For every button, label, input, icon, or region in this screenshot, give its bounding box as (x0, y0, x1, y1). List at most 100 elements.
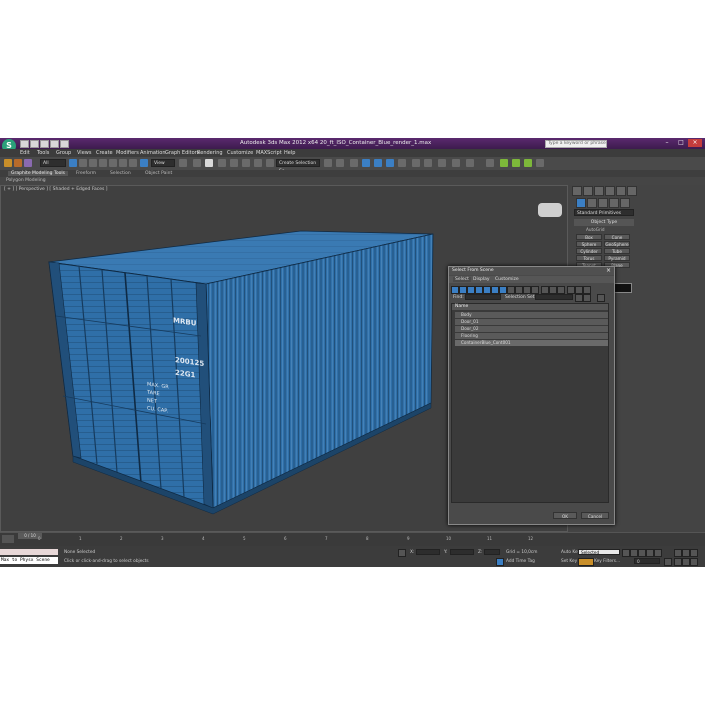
key-filters-button[interactable]: Key Filters... (594, 559, 620, 564)
reference-coordinate-icon[interactable] (140, 159, 148, 167)
edit-named-selection-icon[interactable] (266, 159, 274, 167)
helpers-icon[interactable] (620, 198, 630, 208)
redo-icon[interactable] (60, 140, 69, 148)
selection-set-remove-icon[interactable] (583, 294, 591, 302)
menu-help[interactable]: Help (284, 150, 295, 156)
cancel-button[interactable]: Cancel (581, 512, 609, 519)
zoom-all-icon[interactable] (682, 549, 690, 557)
filter-cameras-icon[interactable] (475, 286, 483, 294)
tab-freeform[interactable]: Freeform (76, 171, 96, 176)
cameras-icon[interactable] (609, 198, 619, 208)
menu-group[interactable]: Group (56, 150, 71, 156)
zoom-icon[interactable] (674, 549, 682, 557)
timeline[interactable]: 0 / 10 0 1 2 3 4 5 6 7 8 9 10 11 12 (0, 532, 705, 547)
menu-graph-editors[interactable]: Graph Editors (165, 150, 199, 156)
options-icon[interactable] (597, 294, 605, 302)
move-icon[interactable] (109, 159, 117, 167)
shapes-icon[interactable] (587, 198, 597, 208)
list-item[interactable]: Body (455, 312, 608, 318)
lock-selection-icon[interactable] (398, 549, 406, 557)
unlink-icon[interactable] (14, 159, 22, 167)
percent-snap-icon[interactable] (242, 159, 250, 167)
menu-rendering[interactable]: Rendering (197, 150, 223, 156)
snap-toggle-icon[interactable] (218, 159, 226, 167)
script-listener-input[interactable]: Max to Physx Scene (0, 557, 58, 564)
filter-xrefs-icon[interactable] (507, 286, 515, 294)
pivot-icon[interactable] (179, 159, 187, 167)
bind-space-warp-icon[interactable] (24, 159, 32, 167)
maximize-button[interactable]: □ (674, 139, 688, 147)
motion-tab-icon[interactable] (605, 186, 615, 196)
display-influences-icon[interactable] (575, 286, 583, 294)
find-input[interactable] (465, 294, 501, 300)
utilities-tab-icon[interactable] (627, 186, 637, 196)
select-manipulate-icon[interactable] (193, 159, 201, 167)
angle-snap-icon[interactable] (230, 159, 238, 167)
tube-button[interactable]: Tube (604, 248, 630, 254)
torus-button[interactable]: Torus (576, 255, 602, 261)
geometry-icon[interactable] (576, 198, 586, 208)
window-crossing-icon[interactable] (99, 159, 107, 167)
filter-bones-icon[interactable] (515, 286, 523, 294)
select-none-icon[interactable] (549, 286, 557, 294)
box-button[interactable]: Box (576, 234, 602, 240)
filter-groups-icon[interactable] (499, 286, 507, 294)
category-dropdown[interactable]: Standard Primitives (574, 209, 634, 216)
align-icon[interactable] (336, 159, 344, 167)
teapot-render-icon[interactable] (452, 159, 460, 167)
select-invert-icon[interactable] (557, 286, 565, 294)
viewcube-icon[interactable] (538, 203, 562, 217)
menu-maxscript[interactable]: MAXScript (256, 150, 282, 156)
list-item[interactable]: Door_01 (455, 319, 608, 325)
cylinder-button[interactable]: Cylinder (576, 248, 602, 254)
filter-frozen-icon[interactable] (531, 286, 539, 294)
layer-manager-icon[interactable] (350, 159, 358, 167)
selection-filter-dropdown[interactable]: All (40, 159, 66, 167)
graphite-toggle-icon[interactable] (362, 159, 370, 167)
menu-views[interactable]: Views (77, 150, 91, 156)
goto-end-icon[interactable] (654, 549, 662, 557)
set-key-button[interactable]: Set Key (561, 559, 577, 564)
dialog-menu-customize[interactable]: Customize (495, 277, 519, 282)
physx-icon[interactable] (486, 159, 494, 167)
reference-system-dropdown[interactable]: View (151, 159, 175, 167)
scale-icon[interactable] (129, 159, 137, 167)
object-type-rollout[interactable]: Object Type (574, 219, 634, 226)
filter-containers-icon[interactable] (523, 286, 531, 294)
x-coordinate-field[interactable] (416, 549, 440, 555)
key-mode-dropdown[interactable]: Selected (578, 549, 620, 555)
ok-button[interactable]: OK (553, 512, 577, 519)
physx-step-icon[interactable] (512, 159, 520, 167)
polygon-modeling-label[interactable]: Polygon Modeling (6, 178, 46, 183)
link-icon[interactable] (4, 159, 12, 167)
color-swatch[interactable] (614, 283, 632, 293)
hierarchy-tab-icon[interactable] (594, 186, 604, 196)
menu-create[interactable]: Create (96, 150, 113, 156)
display-children-icon[interactable] (567, 286, 575, 294)
goto-start-icon[interactable] (622, 549, 630, 557)
select-all-icon[interactable] (541, 286, 549, 294)
create-tab-icon[interactable] (572, 186, 582, 196)
mini-curve-editor-icon[interactable] (2, 535, 14, 543)
tab-graphite-modeling-tools[interactable]: Graphite Modeling Tools (8, 171, 69, 176)
sync-selection-icon[interactable] (583, 286, 591, 294)
autogrid-checkbox[interactable]: AutoGrid (586, 227, 605, 232)
select-object-icon[interactable] (69, 159, 77, 167)
y-coordinate-field[interactable] (450, 549, 474, 555)
dialog-close-icon[interactable]: × (606, 267, 611, 274)
rectangular-selection-icon[interactable] (89, 159, 97, 167)
mirror-icon[interactable] (324, 159, 332, 167)
dialog-menu-select[interactable]: Select (453, 277, 471, 282)
material-editor-icon[interactable] (398, 159, 406, 167)
filter-shapes-icon[interactable] (459, 286, 467, 294)
physx-reset-icon[interactable] (524, 159, 532, 167)
curve-editor-icon[interactable] (374, 159, 382, 167)
render-setup-icon[interactable] (412, 159, 420, 167)
z-coordinate-field[interactable] (484, 549, 500, 555)
render-production-icon[interactable] (438, 159, 446, 167)
close-button[interactable]: × (688, 139, 702, 147)
selection-set-dropdown[interactable] (535, 294, 573, 300)
minimize-button[interactable]: – (660, 139, 674, 147)
open-file-icon[interactable] (30, 140, 39, 148)
menu-tools[interactable]: Tools (37, 150, 49, 156)
